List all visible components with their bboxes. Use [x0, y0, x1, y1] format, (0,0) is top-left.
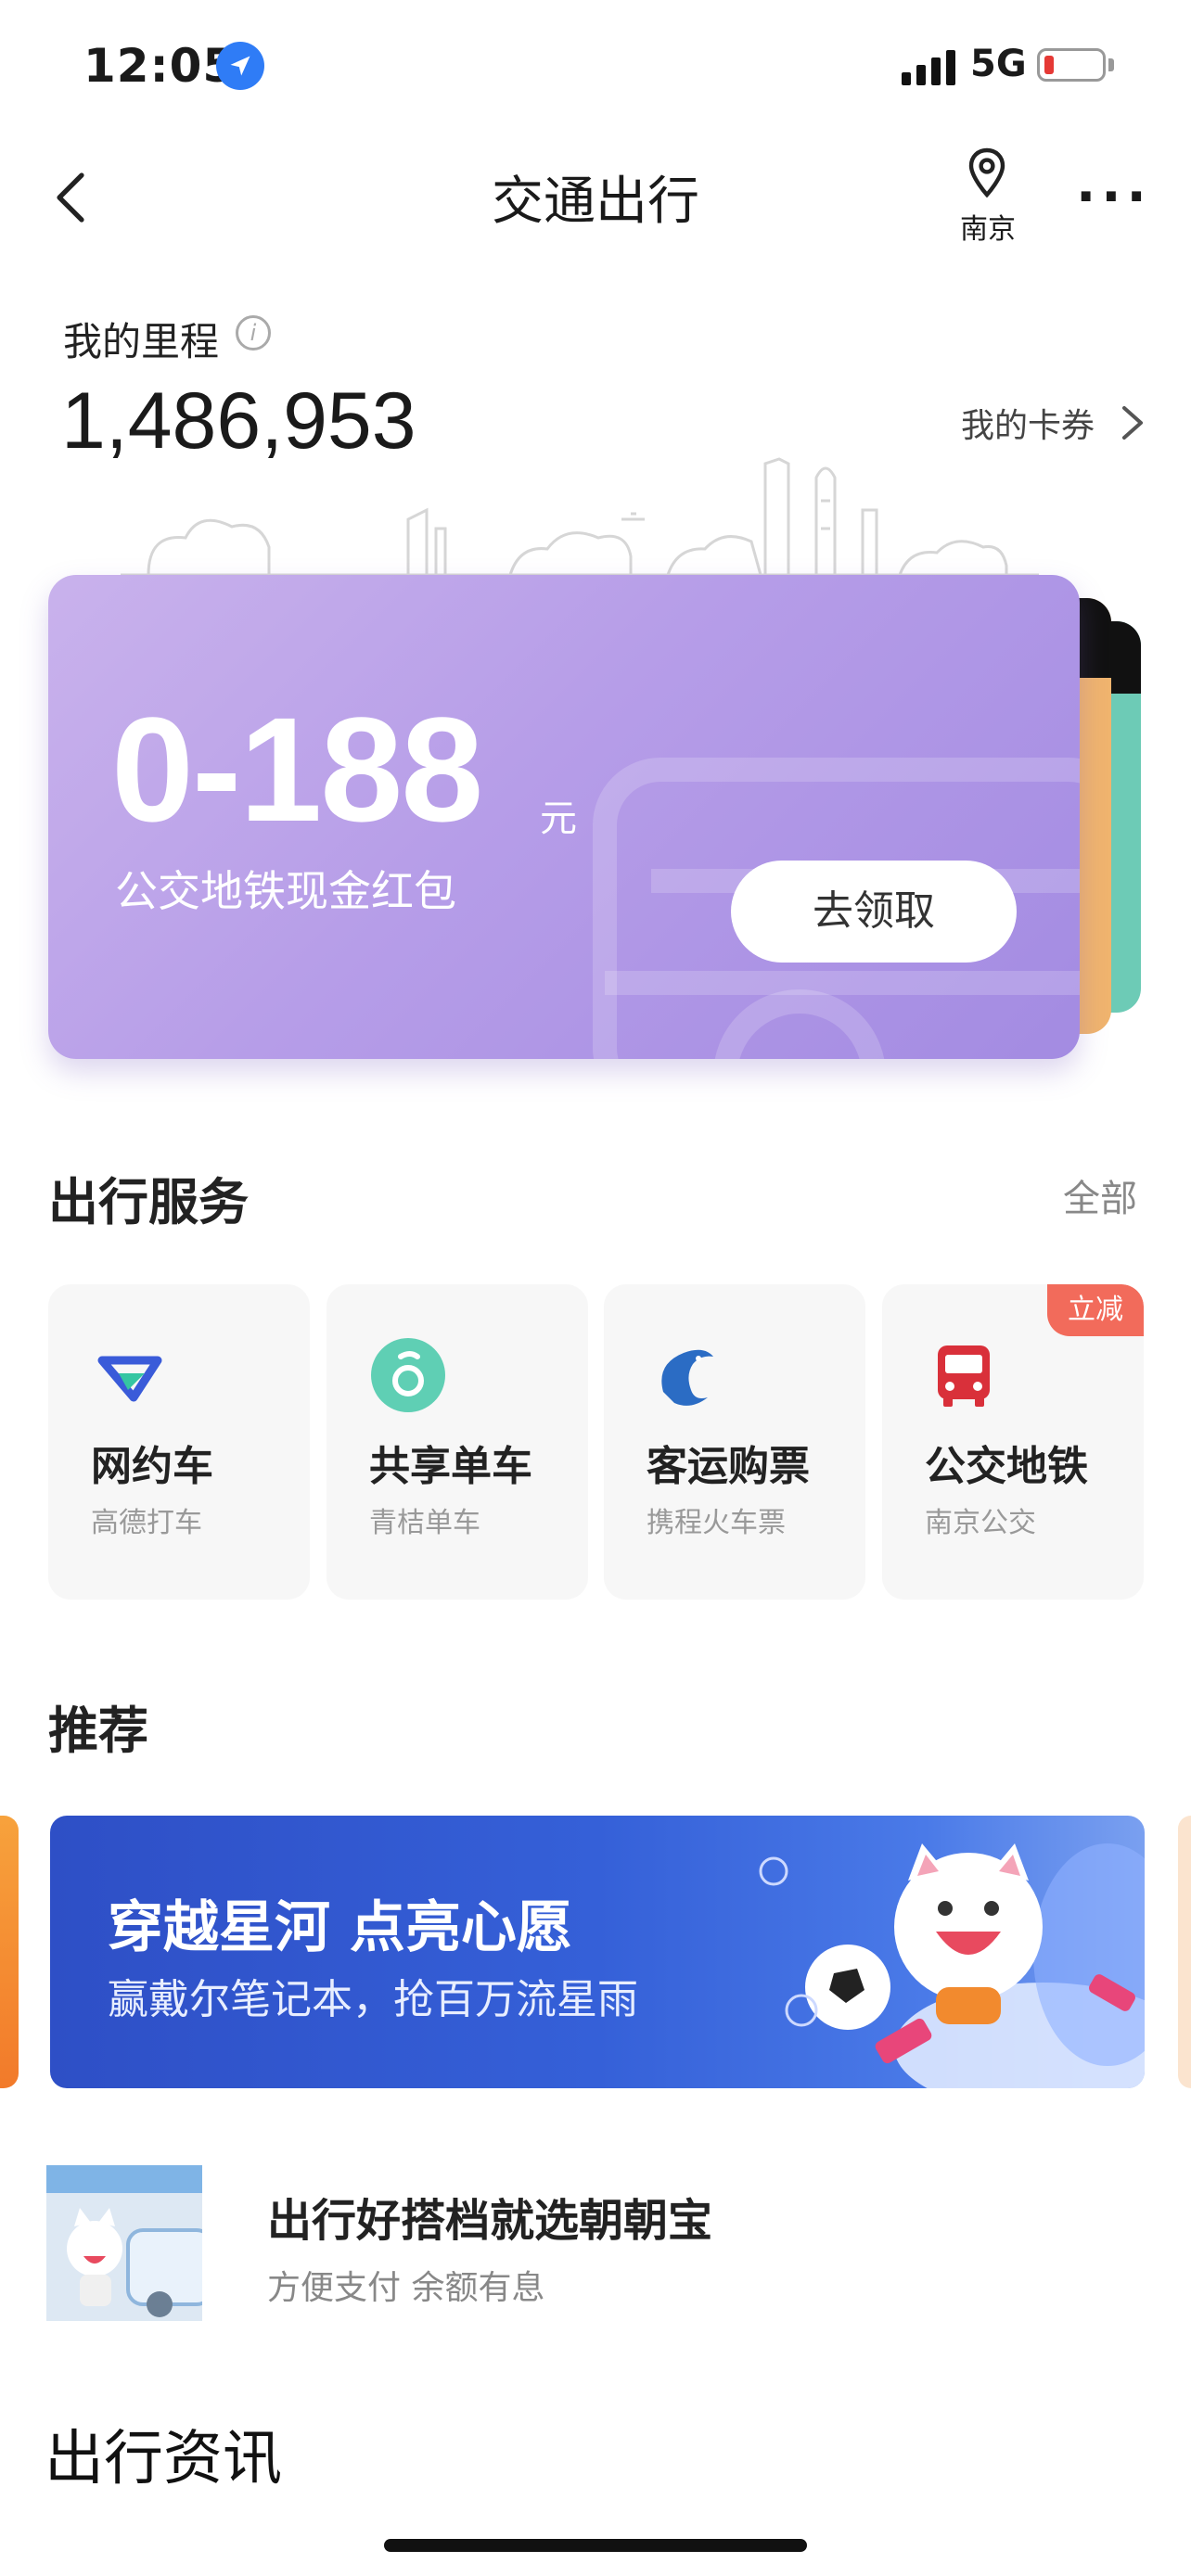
- service-tile-bus-metro[interactable]: 立减 公交地铁 南京公交: [882, 1284, 1144, 1600]
- home-indicator[interactable]: [384, 2539, 807, 2552]
- news-section-title: 出行资讯: [45, 2425, 282, 2493]
- recommend-banner[interactable]: 穿越星河 点亮心愿 赢戴尔笔记本，抢百万流星雨: [50, 1816, 1145, 2088]
- discount-badge: 立减: [1047, 1284, 1144, 1336]
- promo-unit: 元: [540, 797, 577, 840]
- tile-subtitle: 南京公交: [925, 1507, 1036, 1539]
- service-tile-ride-hailing[interactable]: 网约车 高德打车: [48, 1284, 310, 1600]
- battery-icon: [1037, 48, 1106, 82]
- recommend-title: 推荐: [48, 1702, 148, 1760]
- services-title: 出行服务: [48, 1173, 249, 1231]
- tile-title: 公交地铁: [925, 1443, 1088, 1490]
- info-icon[interactable]: i: [236, 315, 271, 351]
- service-tile-ticketing[interactable]: 客运购票 携程火车票: [604, 1284, 865, 1600]
- promo-amount: 0-188: [111, 686, 483, 852]
- promo-card[interactable]: 0-188 元 公交地铁现金红包 去领取: [48, 575, 1080, 1059]
- dolphin-ticket-icon: [661, 1349, 713, 1406]
- status-time: 12:05: [83, 39, 237, 93]
- service-tile-bike-share[interactable]: 共享单车 青桔单车: [327, 1284, 588, 1600]
- my-coupons-link[interactable]: 我的卡券: [961, 399, 1095, 447]
- battery-tip: [1108, 58, 1114, 71]
- tile-title: 共享单车: [369, 1443, 532, 1490]
- recommend-item-title[interactable]: 出行好搭档就选朝朝宝: [267, 2184, 712, 2249]
- banner-subline: 赢戴尔笔记本，抢百万流星雨: [108, 1976, 638, 2023]
- tile-subtitle: 高德打车: [91, 1507, 202, 1539]
- banner-headline: 穿越星河 点亮心愿: [108, 1895, 572, 1960]
- ride-hailing-icon: [97, 1356, 162, 1402]
- network-type: 5G: [970, 43, 1027, 85]
- recommend-item-thumbnail[interactable]: [46, 2165, 202, 2321]
- services-all-link[interactable]: 全部: [1063, 1168, 1137, 1222]
- tile-subtitle: 携程火车票: [647, 1507, 786, 1539]
- cellular-signal-icon: [902, 46, 955, 85]
- bike-share-icon: [371, 1338, 445, 1412]
- city-skyline-illustration: [121, 457, 1039, 577]
- mascot-bus-thumbnail: [46, 2165, 202, 2321]
- bus-icon: [938, 1345, 990, 1407]
- tile-title: 客运购票: [647, 1443, 810, 1490]
- banner-peek-left[interactable]: [0, 1816, 19, 2088]
- tile-subtitle: 青桔单车: [369, 1507, 480, 1539]
- map-pin-icon[interactable]: [965, 147, 1009, 204]
- chevron-right-icon[interactable]: [1119, 404, 1152, 441]
- more-options-icon[interactable]: ···: [1076, 167, 1152, 227]
- mileage-label: 我的里程: [63, 319, 220, 364]
- banner-peek-right[interactable]: [1178, 1816, 1191, 2088]
- tile-title: 网约车: [91, 1443, 213, 1490]
- location-arrow-icon: [216, 42, 264, 90]
- city-label[interactable]: 南京: [937, 206, 1039, 247]
- recommend-item-subtitle: 方便支付 余额有息: [267, 2269, 545, 2307]
- claim-button[interactable]: 去领取: [731, 861, 1017, 963]
- mascot-soccer-illustration: [759, 1843, 1145, 2088]
- promo-description: 公交地铁现金红包: [115, 866, 456, 916]
